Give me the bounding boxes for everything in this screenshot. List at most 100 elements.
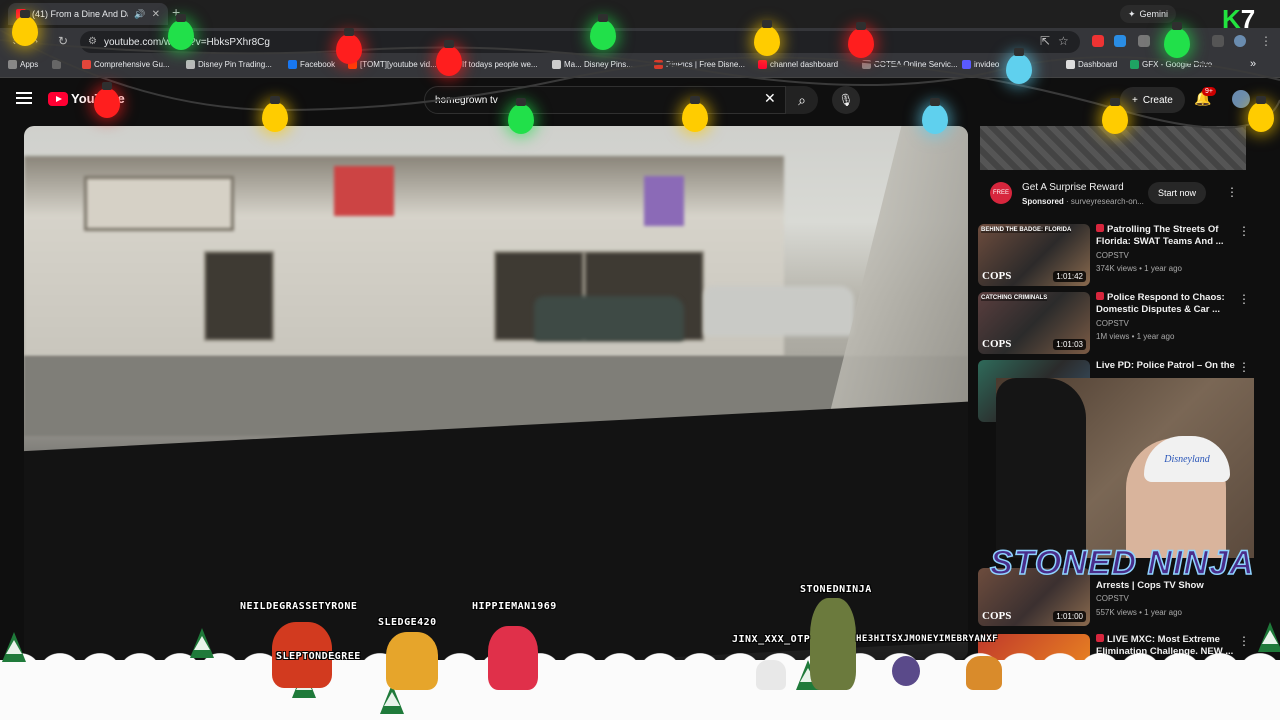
search-button[interactable]: ⌕	[786, 86, 818, 114]
site-info-icon[interactable]: ⚙	[88, 36, 97, 47]
video-meta: 374K views • 1 year ago	[1096, 264, 1182, 273]
christmas-light-icon	[848, 22, 874, 58]
video-title[interactable]: Police Respond to Chaos: Domestic Disput…	[1096, 292, 1236, 316]
bookmark-item[interactable]: If todays people we...	[450, 60, 538, 69]
bookmark-item[interactable]: Apps	[8, 60, 38, 69]
plus-icon: +	[1132, 94, 1138, 106]
grid-icon	[52, 60, 61, 69]
bookmark-item[interactable]: PinPics | Free Disne...	[654, 60, 745, 69]
christmas-light-icon	[1248, 96, 1274, 132]
video-meta: 557K views • 1 year ago	[1096, 608, 1182, 617]
store-sign-purple	[644, 176, 684, 226]
more-actions-icon[interactable]: ⋮	[1238, 224, 1250, 238]
streamer-name-overlay: STONED NINJA	[989, 543, 1255, 583]
bookmark-favicon-icon	[552, 60, 561, 69]
more-actions-icon[interactable]: ⋮	[1238, 292, 1250, 306]
christmas-light-icon	[94, 82, 120, 118]
notification-badge: 9+	[1202, 87, 1216, 96]
bookmark-item[interactable]: [TOMT][youtube vid...	[348, 60, 437, 69]
more-actions-icon[interactable]: ⋮	[1238, 360, 1250, 374]
bookmark-item[interactable]: Comprehensive Gu...	[82, 60, 170, 69]
chat-avatar-sprite	[756, 660, 786, 690]
search-query: homegrown tv	[435, 94, 498, 106]
recommendation-item[interactable]: COPS 1:01:00 Arrests | Cops TV Show COPS…	[978, 568, 1250, 638]
reload-icon[interactable]: ↻	[58, 34, 68, 48]
tab-close-icon[interactable]: ✕	[152, 9, 160, 20]
create-button[interactable]: + Create	[1120, 87, 1185, 113]
video-title[interactable]: Patrolling The Streets Of Florida: SWAT …	[1096, 224, 1236, 248]
video-thumbnail[interactable]: BEHIND THE BADGE: FLORIDA COPS 1:01:42	[978, 224, 1090, 286]
christmas-light-icon	[922, 98, 948, 134]
ad-start-button[interactable]: Start now	[1148, 182, 1207, 204]
duration-badge: 1:01:42	[1053, 271, 1086, 282]
voice-search-button[interactable]: 🎙	[832, 86, 860, 114]
google-drive-icon	[1130, 60, 1139, 69]
gemini-sparkle-icon: ✦	[1128, 8, 1136, 19]
gemini-label: Gemini	[1139, 9, 1169, 19]
gemini-button[interactable]: ✦ Gemini	[1120, 5, 1177, 23]
chat-avatar-sprite	[386, 632, 438, 690]
youtube-header: YouTube homegrown tv ✕ ⌕ 🎙 +Create 🔔 9+	[0, 78, 1280, 122]
speaker-icon[interactable]: 🔊	[134, 9, 145, 20]
christmas-light-icon	[682, 96, 708, 132]
profile-icon[interactable]	[1234, 35, 1246, 47]
duration-badge: 1:01:03	[1053, 339, 1086, 350]
channel-name[interactable]: COPSTV	[1096, 251, 1129, 260]
bookmark-item[interactable]: invideo	[962, 60, 999, 69]
address-bar[interactable]: ⚙ youtube.com/watch?v=HbksPXhr8Cg	[80, 31, 1080, 53]
duration-badge: 1:01:00	[1053, 611, 1086, 622]
browser-tab-strip: (41) From a Dine And Dash 🔊 ✕ + ✦ Gemini…	[0, 0, 1280, 34]
chat-username: SLEDGE420	[378, 617, 437, 628]
bookmark-item[interactable]: Facebook	[288, 60, 335, 69]
bookmarks-bar: Apps Comprehensive Gu... Disney Pin Trad…	[0, 56, 1280, 78]
install-app-icon[interactable]: ⇱	[1040, 34, 1050, 48]
video-title[interactable]: Live PD: Police Patrol – On the	[1096, 360, 1236, 372]
bookmark-item[interactable]: COTEA Online Servic...	[862, 60, 958, 69]
chat-username: HE3HITSXJMONEYIMEBRYANXF	[856, 634, 999, 644]
bookmark-item[interactable]	[52, 60, 61, 69]
ad-title: Get A Surprise Reward	[1022, 182, 1124, 193]
hamburger-menu-icon[interactable]	[16, 92, 32, 104]
red-flag-icon	[1096, 292, 1104, 300]
clear-search-icon[interactable]: ✕	[764, 90, 776, 107]
bookmark-item[interactable]: GFX - Google Drive	[1130, 60, 1212, 69]
bookmarks-overflow-button[interactable]: »	[1250, 58, 1256, 70]
chat-avatar-sprite	[810, 598, 856, 690]
bookmark-item[interactable]: channel dashboard	[758, 60, 838, 69]
extension-red-icon[interactable]	[1092, 35, 1104, 47]
christmas-light-icon	[754, 20, 780, 56]
sponsored-ad[interactable]: FREE Get A Surprise Reward Sponsored · s…	[980, 126, 1246, 216]
chat-username: SLEPTONDEGREE	[276, 651, 361, 662]
gaming-chair	[996, 378, 1086, 558]
channel-name[interactable]: COPSTV	[1096, 319, 1129, 328]
channel-name[interactable]: COPSTV	[1096, 594, 1129, 603]
search-input[interactable]: homegrown tv	[424, 86, 786, 114]
christmas-light-icon	[508, 98, 534, 134]
ad-more-icon[interactable]: ⋮	[1226, 185, 1238, 199]
christmas-light-icon	[590, 14, 616, 50]
pine-tree-icon	[2, 632, 26, 662]
video-thumbnail[interactable]: CATCHING CRIMINALS COPS 1:01:03	[978, 292, 1090, 354]
more-actions-icon[interactable]: ⋮	[1238, 634, 1250, 648]
bookmark-star-icon[interactable]: ☆	[1058, 34, 1069, 48]
dashboard-icon	[1066, 60, 1075, 69]
recommendation-item[interactable]: BEHIND THE BADGE: FLORIDA COPS 1:01:42 P…	[978, 224, 1250, 288]
bookmark-favicon-icon	[862, 60, 871, 69]
apps-grid-icon	[8, 60, 17, 69]
menu-kebab-icon[interactable]: ⋮	[1260, 34, 1272, 48]
christmas-light-icon	[1102, 98, 1128, 134]
chat-username: NEILDEGRASSETYRONE	[240, 601, 358, 612]
extension-blue-icon[interactable]	[1114, 35, 1126, 47]
bookmark-item[interactable]: Dashboard	[1066, 60, 1117, 69]
red-flag-icon	[1096, 634, 1104, 642]
pinpics-icon	[654, 60, 663, 69]
extensions-puzzle-icon[interactable]	[1138, 35, 1150, 47]
reading-list-icon[interactable]	[1212, 35, 1224, 47]
bookmark-item[interactable]: Ma... Disney Pins...	[552, 60, 633, 69]
christmas-light-icon	[1006, 48, 1032, 84]
bookmark-item[interactable]: Disney Pin Trading...	[186, 60, 272, 69]
christmas-light-icon	[436, 40, 462, 76]
video-player[interactable]	[24, 126, 968, 660]
avatar[interactable]	[1232, 90, 1250, 108]
recommendation-item[interactable]: CATCHING CRIMINALS COPS 1:01:03 Police R…	[978, 292, 1250, 356]
